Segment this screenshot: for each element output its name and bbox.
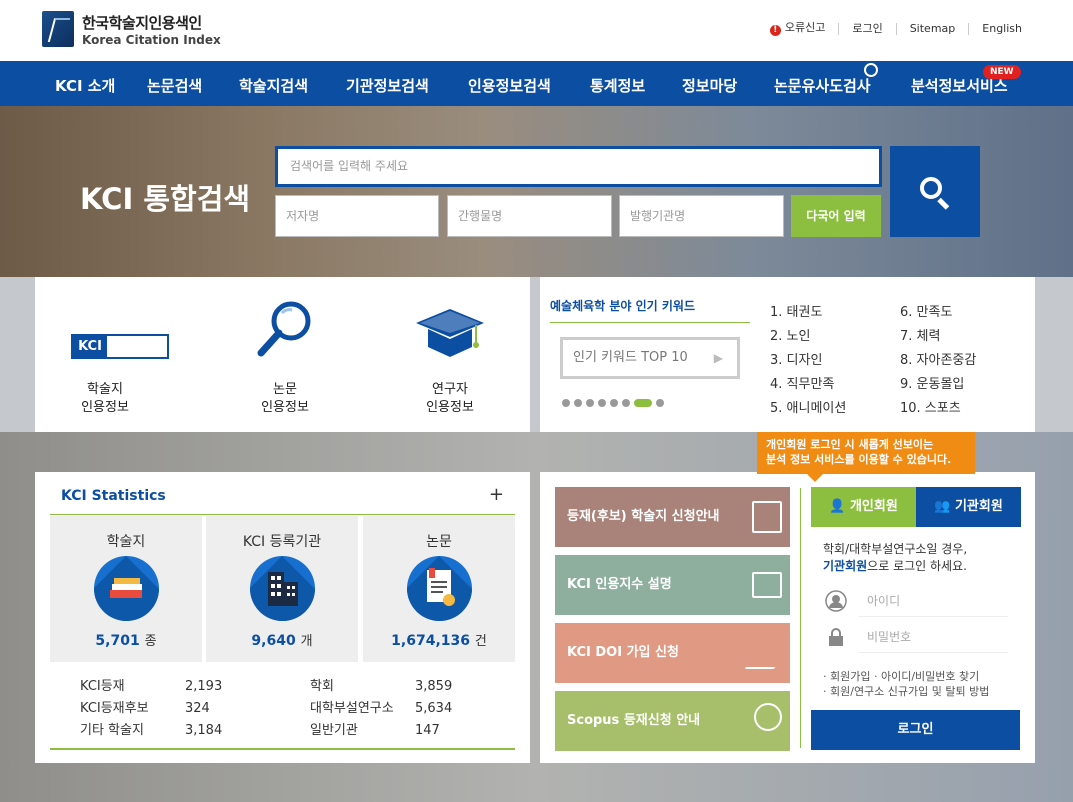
login-help-links: · 회원가입 · 아이디/비밀번호 찾기 · 회원/연구소 신규가입 및 탈퇴 … [823, 669, 989, 699]
tab-institution-member[interactable]: 👥 기관회원 [916, 487, 1021, 527]
main-nav: KCI 소개 논문검색 학술지검색 기관정보검색 인용정보검색 통계정보 정보마… [0, 61, 1073, 106]
stat-card-articles[interactable]: 논문 1,674,136 건 [363, 516, 515, 662]
journal-breakdown-values: 2,193 324 3,184 [185, 679, 223, 738]
journal-citation-link[interactable]: KCI 학술지 인용정보 [35, 277, 175, 432]
search-title: KCI 통합검색 [80, 182, 251, 216]
kci-statistics-panel: KCI Statistics + 학술지 5,701 종 KCI 등록기관 9,… [35, 472, 530, 763]
user-icon [823, 588, 849, 614]
id-field: 아이디 [823, 585, 1008, 617]
new-badge: NEW [983, 65, 1021, 79]
statistics-title: KCI Statistics [61, 488, 166, 504]
citation-index-button[interactable]: KCI 인용지수 설명 [555, 555, 790, 615]
alert-icon: ! [769, 25, 781, 36]
researcher-citation-label: 연구자 인용정보 [426, 382, 474, 415]
journal-input[interactable]: 간행물명 [447, 195, 612, 237]
doi-registration-button[interactable]: KCI DOI 가입 신청 [555, 623, 790, 683]
keyword-panel: 예술체육학 분야 인기 키워드 인기 키워드 TOP 10 ▶ 1. 태권도 2.… [540, 277, 1035, 432]
graduation-cap-icon [416, 309, 484, 357]
sitemap-link[interactable]: Sitemap [895, 23, 969, 35]
institution-breakdown-values: 3,859 5,634 147 [415, 679, 453, 738]
pen-icon [744, 637, 790, 669]
logo-title-ko: 한국학술지인용색인 [82, 13, 202, 32]
keyword-item[interactable]: 10. 스포츠 [900, 397, 976, 421]
chart-icon [752, 572, 782, 598]
tab-personal-member[interactable]: 👤 개인회원 [811, 487, 916, 527]
keyword-list-2: 6. 만족도 7. 체력 8. 자아존중감 9. 운동몰입 10. 스포츠 [900, 301, 976, 421]
keyword-item[interactable]: 5. 애니메이션 [770, 397, 846, 421]
clipboard-icon [752, 501, 782, 533]
kci-logo-icon [42, 11, 74, 47]
nav-kci-intro[interactable]: KCI 소개 [55, 75, 115, 96]
site-header: 한국학술지인용색인 Korea Citation Index ! 오류신고 로그인… [0, 0, 1073, 61]
main-search-input[interactable]: 검색어를 입력해 주세요 [275, 146, 882, 187]
stat-card-journals[interactable]: 학술지 5,701 종 [50, 516, 202, 662]
nav-citation-search[interactable]: 인용정보검색 [468, 75, 551, 96]
keyword-item[interactable]: 6. 만족도 [900, 301, 976, 325]
login-button[interactable]: 로그인 [811, 710, 1020, 750]
keyword-item[interactable]: 4. 직무만족 [770, 373, 846, 397]
keyword-item[interactable]: 8. 자아존중감 [900, 349, 976, 373]
keyword-item[interactable]: 1. 태권도 [770, 301, 846, 325]
journal-citation-label: 학술지 인용정보 [81, 382, 129, 415]
login-link[interactable]: 로그인 [838, 23, 895, 35]
utility-menu: ! 오류신고 로그인 Sitemap English [757, 22, 1035, 36]
carousel-dots[interactable] [562, 399, 664, 407]
publisher-input[interactable]: 발행기관명 [619, 195, 784, 237]
password-input[interactable]: 비밀번호 [859, 621, 1008, 653]
keyword-panel-title: 예술체육학 분야 인기 키워드 [550, 297, 750, 323]
keyword-item[interactable]: 3. 디자인 [770, 349, 846, 373]
article-citation-label: 논문 인용정보 [261, 382, 309, 415]
nav-journal-search[interactable]: 학술지검색 [239, 75, 308, 96]
english-link[interactable]: English [968, 23, 1035, 35]
document-icon [407, 556, 472, 621]
nav-analysis-service[interactable]: 분석정보서비스 NEW [911, 65, 1021, 96]
keyword-item[interactable]: 2. 노인 [770, 325, 846, 349]
books-icon [94, 556, 159, 621]
nav-institution-search[interactable]: 기관정보검색 [346, 75, 429, 96]
nav-article-search[interactable]: 논문검색 [147, 75, 202, 96]
journal-breakdown: KCI등재 KCI등재후보 기타 학술지 [80, 679, 149, 738]
journal-registration-button[interactable]: 등재(후보) 학술지 신청안내 [555, 487, 790, 547]
lock-icon [823, 624, 849, 650]
services-panel: 등재(후보) 학술지 신청안내 KCI 인용지수 설명 KCI DOI 가입 신… [540, 472, 1035, 763]
multilang-input-button[interactable]: 다국어 입력 [791, 195, 881, 237]
building-icon [250, 556, 315, 621]
statistics-more-button[interactable]: + [489, 484, 504, 505]
report-error-link[interactable]: ! 오류신고 [757, 22, 838, 36]
institution-breakdown: 학회 대학부설연구소 일반기관 [310, 679, 394, 738]
signup-find-links[interactable]: · 회원가입 · 아이디/비밀번호 찾기 [823, 669, 989, 684]
award-icon [754, 703, 782, 731]
magnifier-icon [257, 301, 311, 357]
nav-info[interactable]: 정보마당 [682, 75, 737, 96]
play-icon: ▶ [713, 351, 723, 365]
stat-card-institutions[interactable]: KCI 등록기관 9,640 개 [206, 516, 358, 662]
membership-guide-link[interactable]: · 회원/연구소 신규가입 및 탈퇴 방법 [823, 684, 989, 699]
site-logo[interactable]: 한국학술지인용색인 Korea Citation Index [42, 11, 221, 47]
keyword-item[interactable]: 7. 체력 [900, 325, 976, 349]
scopus-registration-button[interactable]: Scopus 등재신청 안내 [555, 691, 790, 751]
keyword-top10-button[interactable]: 인기 키워드 TOP 10 ▶ [560, 337, 740, 379]
password-field: 비밀번호 [823, 621, 1008, 653]
nav-similarity-check[interactable]: 논문유사도검사 [774, 63, 878, 96]
article-citation-link[interactable]: 논문 인용정보 [215, 277, 355, 432]
login-tooltip: 개인회원 로그인 시 새롭게 선보이는 분석 정보 서비스를 이용할 수 있습니… [757, 432, 975, 482]
nav-statistics[interactable]: 통계정보 [590, 75, 645, 96]
login-description: 학회/대학부설연구소일 경우, 기관회원으로 로그인 하세요. [823, 542, 968, 573]
similarity-search-icon [864, 63, 878, 77]
search-button[interactable] [890, 146, 980, 237]
quick-links: KCI 학술지 인용정보 논문 인용정보 연구자 인용정보 [35, 277, 530, 432]
search-icon [918, 175, 952, 210]
keyword-item[interactable]: 9. 운동몰입 [900, 373, 976, 397]
kci-bar-icon: KCI [71, 334, 169, 359]
researcher-citation-link[interactable]: 연구자 인용정보 [380, 277, 520, 432]
search-hero: KCI 통합검색 검색어를 입력해 주세요 저자명 간행물명 발행기관명 다국어… [0, 106, 1073, 277]
id-input[interactable]: 아이디 [859, 585, 1008, 617]
author-input[interactable]: 저자명 [275, 195, 439, 237]
logo-title-en: Korea Citation Index [82, 32, 221, 47]
keyword-list-1: 1. 태권도 2. 노인 3. 디자인 4. 직무만족 5. 애니메이션 [770, 301, 846, 421]
